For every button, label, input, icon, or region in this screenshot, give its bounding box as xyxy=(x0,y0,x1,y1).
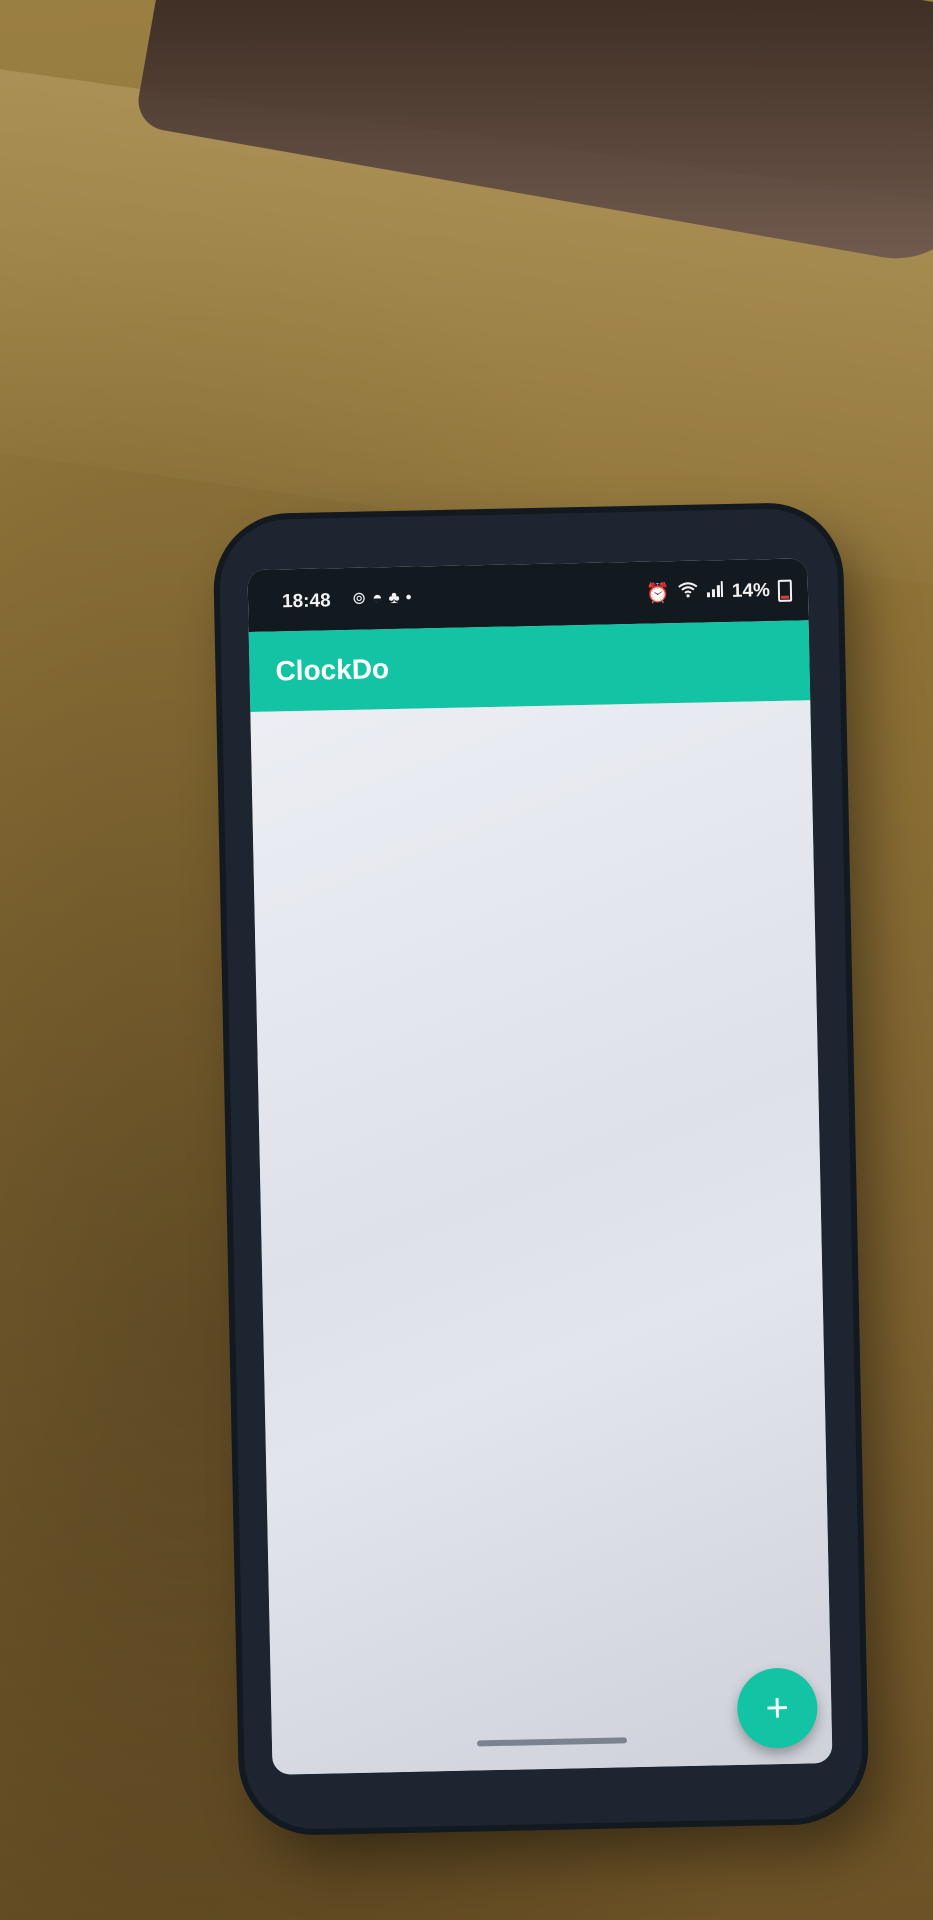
status-time: 18:48 xyxy=(281,590,331,613)
battery-percentage: 14% xyxy=(731,580,771,602)
tree-icon: ♣ xyxy=(388,587,400,608)
wifi-icon xyxy=(678,582,698,604)
app-title: ClockDo xyxy=(275,653,390,687)
photo-scene: 18:48 ⊚ ◓ ♣ • ⏰ 14% ClockDo + xyxy=(0,0,933,1920)
signal-icon xyxy=(706,581,724,603)
phone-screen: 18:48 ⊚ ◓ ♣ • ⏰ 14% ClockDo + xyxy=(247,558,833,1775)
battery-icon xyxy=(777,579,793,602)
plus-icon: + xyxy=(765,1685,790,1731)
task-list-empty xyxy=(250,700,833,1775)
app-bar: ClockDo xyxy=(248,620,811,712)
alarm-icon: ⏰ xyxy=(646,583,671,605)
status-bar: 18:48 ⊚ ◓ ♣ • ⏰ 14% xyxy=(247,558,809,633)
dot-icon: • xyxy=(405,587,412,607)
status-system-icons: ⏰ 14% xyxy=(646,579,793,606)
status-notification-icons: ⊚ ◓ ♣ • xyxy=(352,588,412,609)
pokeball-icon: ◓ xyxy=(372,588,383,608)
phone-device: 18:48 ⊚ ◓ ♣ • ⏰ 14% ClockDo + xyxy=(218,507,864,1831)
sync-icon: ⊚ xyxy=(351,588,367,608)
